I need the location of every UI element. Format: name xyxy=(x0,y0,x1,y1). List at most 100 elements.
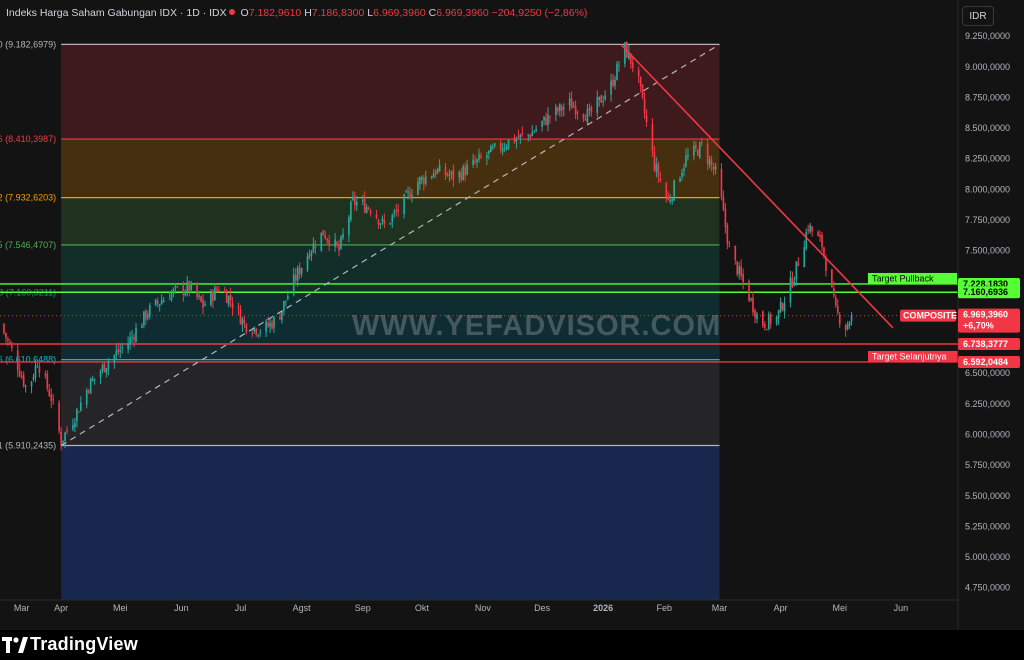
candle-body xyxy=(326,238,329,241)
candle-body xyxy=(188,281,191,291)
close-value: 6.969,3960 xyxy=(436,7,489,19)
open-value: 7.182,9610 xyxy=(248,7,302,19)
candle-body xyxy=(322,230,325,236)
candle-body xyxy=(314,245,317,249)
candle-body xyxy=(369,210,372,213)
candle-body xyxy=(681,172,683,177)
candle-body xyxy=(547,114,549,125)
candle-body xyxy=(145,310,147,320)
price-axis-label-text: 7.160,6936 xyxy=(963,287,1008,297)
candle-body xyxy=(464,167,467,176)
candle-body xyxy=(214,287,216,301)
time-tick-label: Okt xyxy=(415,603,430,613)
candle-body xyxy=(379,223,382,225)
candle-body xyxy=(312,243,315,253)
candle-body xyxy=(342,234,344,238)
candle-body xyxy=(273,317,275,328)
candle-body xyxy=(832,288,835,296)
candle-body xyxy=(450,171,453,175)
candle-body xyxy=(284,300,287,302)
candle-body xyxy=(777,310,780,319)
price-axis-label-text: 6.592,0484 xyxy=(963,357,1008,367)
time-tick-label: 2026 xyxy=(593,603,613,613)
brand-bar: TradingView xyxy=(0,630,1024,660)
price-tick-label: 6.500,0000 xyxy=(965,368,1010,378)
candle-body xyxy=(186,281,189,292)
candle-body xyxy=(217,290,220,292)
candle-body xyxy=(742,273,744,283)
candle-body xyxy=(541,121,543,127)
candle-body xyxy=(754,310,756,318)
candle-body xyxy=(391,214,394,223)
price-tick-label: 8.500,0000 xyxy=(965,123,1010,133)
candle-body xyxy=(200,296,202,302)
high-value: 7.186,8300 xyxy=(311,7,365,19)
candle-body xyxy=(706,144,709,164)
candle-body xyxy=(66,430,68,432)
candle-body xyxy=(602,101,605,103)
candle-body xyxy=(58,402,60,432)
chart-area[interactable]: 0 (9.182,6979) 0,236 (8.410,3987) 0,382 (7… xyxy=(0,0,1024,630)
candle-body xyxy=(298,266,301,275)
price-tick-label: 8.000,0000 xyxy=(965,184,1010,194)
candle-body xyxy=(168,298,171,300)
candle-body xyxy=(558,104,561,111)
candle-body xyxy=(338,244,340,251)
time-tick-label: Mar xyxy=(14,603,30,613)
price-axis-label-text: 6.969,3960 xyxy=(963,310,1008,320)
candle-body xyxy=(793,281,796,286)
candle-body xyxy=(685,155,687,167)
candle-body xyxy=(807,229,810,231)
candle-body xyxy=(334,239,336,248)
price-tick-label: 6.000,0000 xyxy=(965,430,1010,440)
candle-body xyxy=(596,97,599,113)
candle-body xyxy=(22,374,25,386)
candle-body xyxy=(162,299,165,303)
candle-body xyxy=(584,119,587,121)
candle-body xyxy=(243,320,246,323)
fib-zone xyxy=(61,244,720,293)
currency-button[interactable]: IDR xyxy=(962,6,994,26)
candle-body xyxy=(586,108,589,123)
time-tick-label: Apr xyxy=(774,603,788,613)
price-tick-label: 9.000,0000 xyxy=(965,62,1010,72)
candle-body xyxy=(158,304,161,307)
candle-body xyxy=(683,167,685,171)
candle-body xyxy=(493,143,496,146)
candle-body xyxy=(210,290,212,306)
candle-body xyxy=(655,164,658,172)
candle-body xyxy=(348,217,350,236)
candle-body xyxy=(196,282,198,298)
candle-body xyxy=(444,167,447,176)
candle-body xyxy=(805,231,808,249)
candle-body xyxy=(198,295,200,297)
candle-body xyxy=(653,151,656,171)
high-label: H xyxy=(304,7,312,19)
line-label-text: Target Selanjutnya xyxy=(872,351,947,361)
candle-body xyxy=(231,303,234,309)
candle-body xyxy=(245,324,248,333)
candle-body xyxy=(381,218,384,222)
time-tick-label: Sep xyxy=(355,603,371,613)
candle-body xyxy=(215,289,218,291)
candle-body xyxy=(756,313,758,320)
candle-body xyxy=(529,135,532,139)
candle-body xyxy=(424,176,427,184)
candle-body xyxy=(748,281,750,302)
candle-body xyxy=(604,95,606,100)
candle-body xyxy=(466,164,469,175)
candle-body xyxy=(722,197,725,210)
time-tick-label: Des xyxy=(534,603,551,613)
candle-body xyxy=(271,322,273,329)
brand-name: TradingView xyxy=(30,634,138,654)
candle-body xyxy=(257,334,260,336)
candle-body xyxy=(588,108,591,110)
candle-body xyxy=(637,70,640,77)
candle-body xyxy=(204,304,206,306)
candle-body xyxy=(89,378,92,394)
candle-body xyxy=(673,180,675,201)
time-tick-label: Jul xyxy=(235,603,247,613)
candle-body xyxy=(448,175,451,177)
candle-body xyxy=(610,80,612,95)
time-tick-label: Nov xyxy=(475,603,492,613)
